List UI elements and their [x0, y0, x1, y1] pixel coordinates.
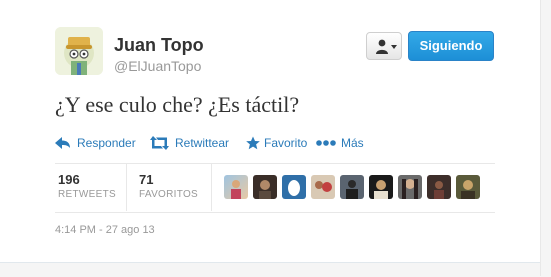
stats-column-divider: [126, 164, 127, 211]
user-actions-button[interactable]: [366, 32, 402, 60]
user-avatar[interactable]: [55, 27, 103, 75]
favoriter-avatar[interactable]: [282, 175, 306, 199]
reply-label: Responder: [77, 136, 136, 150]
favoriter-avatar[interactable]: [398, 175, 422, 199]
favoriter-avatar[interactable]: [311, 175, 335, 199]
star-icon: [246, 136, 260, 150]
chevron-down-icon: [391, 45, 397, 49]
favoriter-image: [315, 181, 332, 192]
favoriter-avatar[interactable]: [369, 175, 393, 199]
favoriter-image: [231, 180, 241, 199]
tweet-timestamp[interactable]: 4:14 PM - 27 ago 13: [55, 224, 155, 236]
stats-column-divider: [211, 164, 212, 211]
favorites-count[interactable]: 71: [139, 172, 153, 187]
tweet-card: Juan Topo @ElJuanTopo Siguiendo ¿Y ese c…: [0, 0, 551, 277]
favoriter-image: [402, 179, 418, 199]
page-edge-strip: [540, 0, 551, 276]
stats-divider-bottom: [55, 212, 495, 213]
favoriter-image: [346, 180, 358, 199]
favoriter-avatar[interactable]: [224, 175, 248, 199]
retweet-icon: [150, 136, 169, 150]
retweets-count[interactable]: 196: [58, 172, 80, 187]
favoriter-avatar[interactable]: [427, 175, 451, 199]
favorites-label[interactable]: FAVORITOS: [139, 189, 198, 200]
card-footer-strip: [0, 262, 551, 277]
avatar-image: [55, 27, 103, 75]
stats-divider-top: [55, 163, 495, 164]
favoriter-avatar[interactable]: [456, 175, 480, 199]
egg-avatar-icon: [288, 180, 300, 196]
dots-icon: [316, 140, 336, 146]
favoriter-image: [434, 181, 444, 199]
user-name[interactable]: Juan Topo: [114, 35, 204, 56]
retweet-action[interactable]: Retwittear: [150, 134, 240, 152]
retweet-label: Retwittear: [175, 136, 230, 150]
favorite-label: Favorito: [264, 136, 308, 150]
reply-action[interactable]: Responder: [55, 134, 141, 152]
tweet-text: ¿Y ese culo che? ¿Es táctil?: [55, 92, 300, 117]
more-action[interactable]: Más: [316, 134, 366, 152]
favoriter-image: [461, 180, 475, 199]
reply-arrow-icon: [55, 137, 70, 149]
following-button[interactable]: Siguiendo: [408, 31, 494, 61]
favoriter-avatar[interactable]: [340, 175, 364, 199]
user-handle[interactable]: @ElJuanTopo: [114, 58, 201, 74]
favorite-action[interactable]: Favorito: [246, 134, 316, 152]
favoriter-image: [374, 180, 388, 199]
more-label: Más: [341, 136, 364, 150]
tweet-actions: Responder Retwittear Favorito Más: [55, 134, 475, 152]
person-icon: [376, 39, 388, 54]
favoriter-image: [259, 180, 271, 199]
retweets-label[interactable]: RETWEETS: [58, 189, 116, 200]
favoriter-avatar[interactable]: [253, 175, 277, 199]
